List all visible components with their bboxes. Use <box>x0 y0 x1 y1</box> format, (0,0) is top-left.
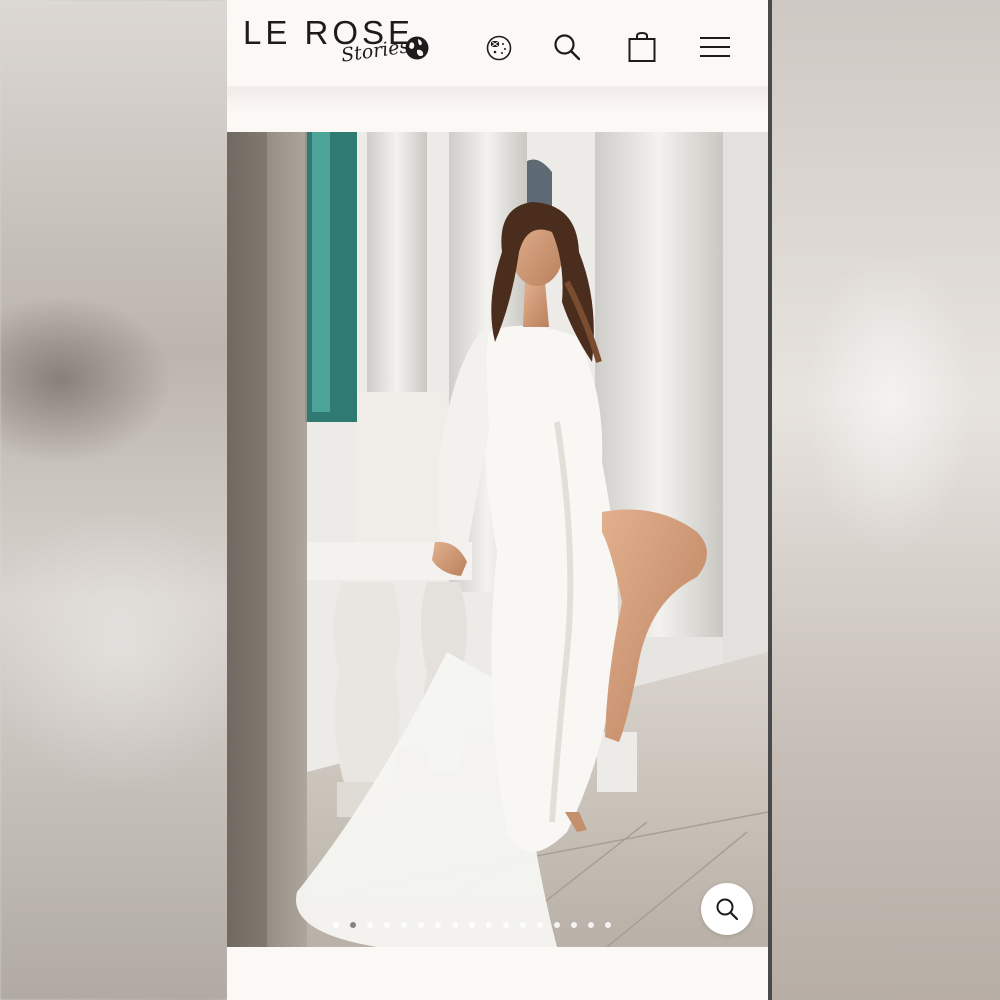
gallery-dot[interactable] <box>605 922 611 928</box>
product-photo <box>227 132 768 947</box>
gallery-dot[interactable] <box>384 922 390 928</box>
australia-flag-icon[interactable] <box>485 34 513 62</box>
background-blur-right <box>770 0 1000 1000</box>
gallery-dot[interactable] <box>367 922 373 928</box>
scrollbar[interactable] <box>768 0 772 1000</box>
page-bottom <box>227 947 768 1000</box>
gallery-dot[interactable] <box>520 922 526 928</box>
gallery-pagination <box>333 922 611 928</box>
header-divider <box>227 86 768 132</box>
gallery-dot[interactable] <box>486 922 492 928</box>
gallery-dot[interactable] <box>452 922 458 928</box>
gallery-dot[interactable] <box>418 922 424 928</box>
gallery-dot[interactable] <box>503 922 509 928</box>
site-header: LE ROSE Stories <box>227 4 768 86</box>
background-blur-left <box>0 0 228 1000</box>
gallery-dot[interactable] <box>350 922 356 928</box>
gallery-dot[interactable] <box>333 922 339 928</box>
search-icon[interactable] <box>551 31 583 63</box>
gallery-dot[interactable] <box>571 922 577 928</box>
gallery-dot[interactable] <box>401 922 407 928</box>
gallery-dot[interactable] <box>537 922 543 928</box>
gallery-dot[interactable] <box>469 922 475 928</box>
gallery-dot[interactable] <box>554 922 560 928</box>
menu-icon[interactable] <box>697 32 733 62</box>
shopping-bag-icon[interactable] <box>625 30 659 64</box>
zoom-button[interactable] <box>701 883 753 935</box>
zoom-search-icon <box>716 898 739 921</box>
gallery-dot[interactable] <box>435 922 441 928</box>
gallery-dot[interactable] <box>588 922 594 928</box>
globe-icon[interactable] <box>403 34 431 62</box>
phone-screen: LE ROSE Stories <box>227 0 768 1000</box>
product-image[interactable] <box>227 132 768 947</box>
